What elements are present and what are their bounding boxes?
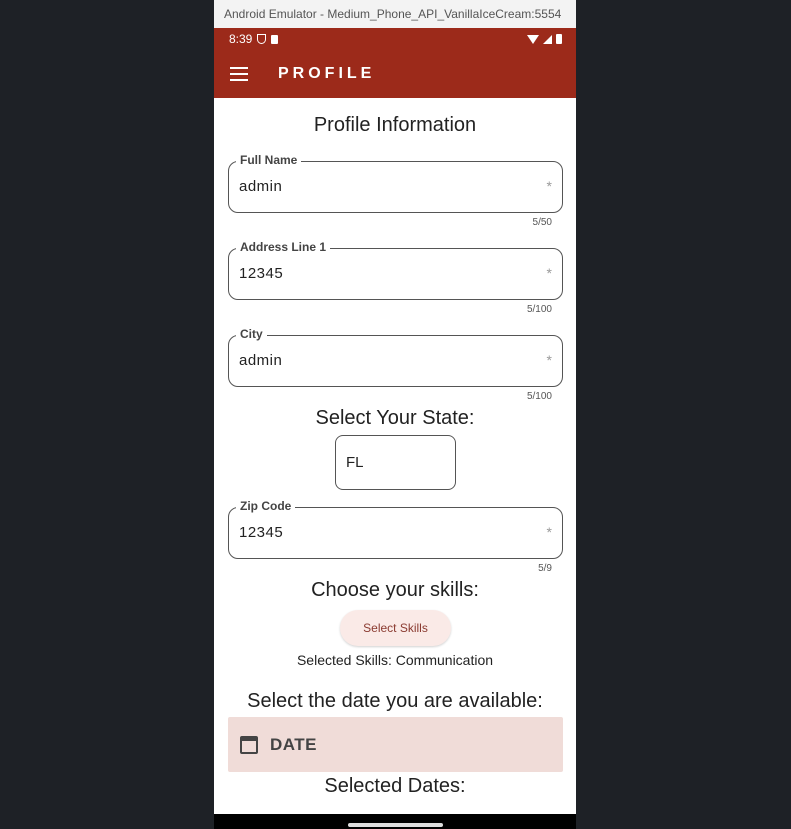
state-value: FL [346, 454, 364, 471]
address-line-1-value: 12345 [239, 265, 284, 282]
gesture-nav-handle[interactable] [348, 823, 443, 827]
full-name-value: admin [239, 178, 283, 195]
profile-heading: Profile Information [313, 114, 477, 136]
phone-screen: 8:39 PROFILE Profile Information Full Na… [214, 28, 576, 814]
select-skills-button[interactable]: Select Skills [340, 610, 451, 646]
sim-card-icon [271, 34, 279, 44]
shield-icon [257, 34, 267, 44]
city-field[interactable]: City admin * [228, 327, 563, 387]
skills-heading: Choose your skills: [311, 579, 479, 601]
city-value: admin [239, 352, 283, 369]
zip-code-label: Zip Code [236, 499, 296, 513]
menu-icon[interactable] [230, 67, 248, 81]
signal-icon [543, 34, 552, 44]
date-button-label: DATE [270, 734, 318, 754]
full-name-field[interactable]: Full Name admin * [228, 153, 563, 213]
status-time: 8:39 [229, 32, 253, 46]
address-line-1-required-mark: * [546, 265, 552, 281]
app-bar: PROFILE [214, 50, 576, 98]
zip-code-field[interactable]: Zip Code 12345 * [228, 499, 563, 559]
emulator-window: Android Emulator - Medium_Phone_API_Vani… [214, 0, 576, 829]
zip-code-required-mark: * [546, 524, 552, 540]
date-picker-button[interactable]: DATE [228, 717, 563, 772]
availability-heading: Select the date you are available: [247, 690, 543, 712]
city-label: City [236, 327, 267, 341]
selected-dates-heading: Selected Dates: [324, 775, 466, 797]
address-line-1-field[interactable]: Address Line 1 12345 * [228, 240, 563, 300]
state-dropdown[interactable]: FL [335, 435, 456, 490]
full-name-label: Full Name [236, 153, 302, 167]
city-required-mark: * [546, 352, 552, 368]
address-line-1-label: Address Line 1 [236, 240, 331, 254]
calendar-icon [240, 735, 258, 754]
zip-code-counter: 5/9 [538, 563, 552, 574]
address-line-1-counter: 5/100 [526, 304, 552, 315]
city-counter: 5/100 [526, 391, 552, 402]
zip-code-value: 12345 [239, 524, 284, 541]
window-title: Android Emulator - Medium_Phone_API_Vani… [214, 0, 576, 28]
app-bar-title: PROFILE [278, 65, 376, 82]
full-name-required-mark: * [546, 178, 552, 194]
selected-skills-text: Selected Skills: Communication [296, 652, 494, 668]
status-bar: 8:39 [214, 28, 576, 50]
full-name-counter: 5/50 [532, 217, 552, 228]
wifi-icon [527, 34, 539, 44]
battery-icon [556, 34, 562, 44]
state-heading: Select Your State: [315, 407, 475, 429]
